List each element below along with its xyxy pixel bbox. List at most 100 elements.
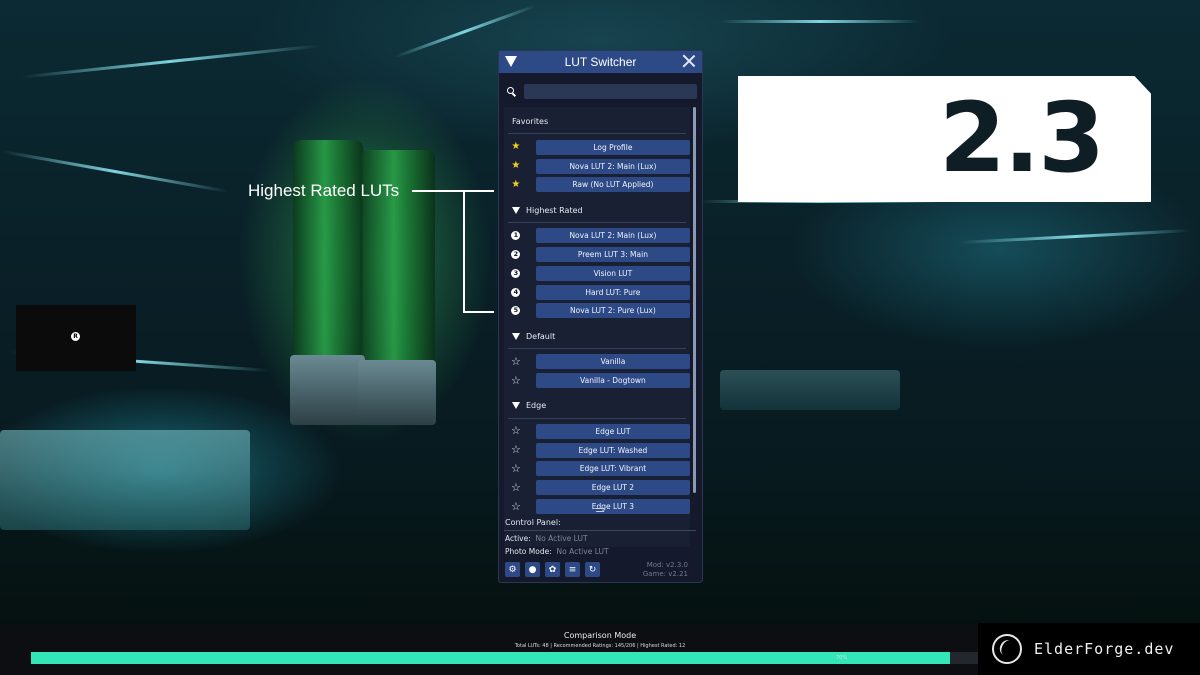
star-outline-icon[interactable]: ☆ [511,482,521,493]
lut-button[interactable]: Nova LUT 2: Main (Lux) [535,228,690,244]
list-item: ☆ Edge LUT [504,422,690,441]
list-item: 2 Preem LUT 3: Main [504,245,690,264]
section-title: Default [526,331,556,341]
photo-key: Photo Mode: [505,547,552,556]
list-item: 3 Vision LUT [504,264,690,283]
close-icon[interactable] [682,54,696,68]
star-outline-icon[interactable]: ☆ [511,356,521,367]
star-outline-icon[interactable]: ☆ [511,463,521,474]
section-title: Edge [526,401,547,411]
lut-switcher-panel: LUT Switcher Favorites ★ Log Profile ★ Nov… [498,50,703,583]
search-bar [507,83,697,99]
game-version: Game: v2.21 [642,570,688,578]
progress-label: 70% [836,655,848,661]
expand-arrow-icon[interactable] [512,402,520,410]
search-icon [507,86,516,96]
record-badge-icon: R [71,332,80,341]
rank-badge-icon: 3 [511,268,521,278]
resize-grip-icon[interactable] [596,508,604,512]
expand-arrow-icon[interactable] [512,332,520,340]
annotation-bracket [463,190,465,312]
list-icon: ≡ [568,564,577,575]
list-item: 1 Nova LUT 2: Main (Lux) [504,226,690,245]
brand-text: ElderForge.dev [1034,640,1175,658]
list-button[interactable]: ≡ [565,562,580,577]
star-filled-icon[interactable]: ★ [511,179,521,190]
divider [504,530,696,531]
expand-arrow-icon[interactable] [512,206,520,214]
lut-button[interactable]: Vision LUT [535,265,690,281]
lut-button[interactable]: Preem LUT 3: Main [535,247,690,263]
list-item: ★ Nova LUT 2: Main (Lux) [504,157,690,176]
list-item: ☆ Edge LUT 2 [504,478,690,497]
search-input[interactable] [524,83,697,99]
star-outline-icon[interactable]: ☆ [511,444,521,455]
lut-button[interactable]: Log Profile [535,139,690,155]
star-filled-icon[interactable]: ★ [511,161,521,171]
section-title: Favorites [512,116,549,126]
collapse-icon[interactable] [505,56,517,67]
photo-value: No Active LUT [556,547,609,556]
progress-fill [31,652,951,664]
star-outline-icon[interactable]: ☆ [511,375,521,386]
photo-mode-status: Photo Mode: No Active LUT [505,547,609,556]
version-number: 2.3 [938,82,1105,194]
palette-button[interactable]: ✿ [545,562,560,577]
list-item: 4 Hard LUT: Pure [504,283,690,302]
toolbar: ⚙ ● ✿ ≡ ↻ [505,562,600,577]
version-badge: 2.3 [738,76,1151,202]
rank-badge-icon: 2 [511,250,521,260]
list-item: 5 Nova LUT 2: Pure (Lux) [504,302,690,321]
control-panel-label: Control Panel: [505,518,561,527]
section-favorites: Favorites [504,111,690,134]
lut-button[interactable]: Nova LUT 2: Main (Lux) [535,158,690,174]
lut-button[interactable]: Hard LUT: Pure [535,284,690,300]
section-title: Highest Rated [526,205,583,215]
dragon-logo-icon [992,634,1022,664]
rank-badge-icon: 4 [511,287,521,297]
lut-button[interactable]: Edge LUT [535,423,690,439]
star-filled-icon[interactable]: ★ [511,142,521,152]
annotation-bracket-bottom [463,311,494,313]
active-lut-status: Active: No Active LUT [505,534,588,543]
rank-badge-icon: 1 [511,231,521,241]
lut-button[interactable]: Edge LUT: Washed [535,442,690,458]
info-icon: ● [528,564,537,575]
list-item: ★ Raw (No LUT Applied) [504,176,690,195]
list-item: ★ Log Profile [504,138,690,157]
list-item: ☆ Vanilla - Dogtown [504,371,690,390]
lut-button[interactable]: Nova LUT 2: Pure (Lux) [535,303,690,319]
lut-list[interactable]: Favorites ★ Log Profile ★ Nova LUT 2: Main… [504,107,690,547]
active-value: No Active LUT [535,534,588,543]
star-outline-icon[interactable]: ☆ [511,425,521,436]
lut-button[interactable]: Raw (No LUT Applied) [535,177,690,193]
list-item: ☆ Vanilla [504,352,690,371]
annotation-line [412,190,494,192]
brand-watermark: ElderForge.dev [978,623,1200,675]
info-button[interactable]: ● [525,562,540,577]
list-item: ☆ Edge LUT: Vibrant [504,460,690,479]
panel-titlebar[interactable]: LUT Switcher [499,51,702,73]
gear-icon: ⚙ [508,564,517,575]
list-scrollbar[interactable] [693,107,696,493]
refresh-icon: ↻ [588,564,597,575]
list-item: ☆ Edge LUT: Washed [504,441,690,460]
star-outline-icon[interactable]: ☆ [511,501,521,512]
section-edge[interactable]: Edge [504,396,690,419]
refresh-button[interactable]: ↻ [585,562,600,577]
active-key: Active: [505,534,531,543]
lut-button[interactable]: Edge LUT: Vibrant [535,461,690,477]
rank-badge-icon: 5 [511,306,521,316]
settings-button[interactable]: ⚙ [505,562,520,577]
annotation-label: Highest Rated LUTs [248,181,400,200]
panel-title: LUT Switcher [564,55,637,69]
list-item: ☆ Edge LUT 3 [504,497,690,516]
palette-icon: ✿ [548,564,557,575]
lut-button[interactable]: Edge LUT 2 [535,480,690,496]
mod-version: Mod: v2.3.0 [646,561,688,569]
section-default[interactable]: Default [504,326,690,350]
lut-button[interactable]: Vanilla - Dogtown [535,373,690,389]
section-highest-rated[interactable]: Highest Rated [504,200,690,224]
lut-button[interactable]: Edge LUT 3 [535,499,690,515]
lut-button[interactable]: Vanilla [535,354,690,370]
